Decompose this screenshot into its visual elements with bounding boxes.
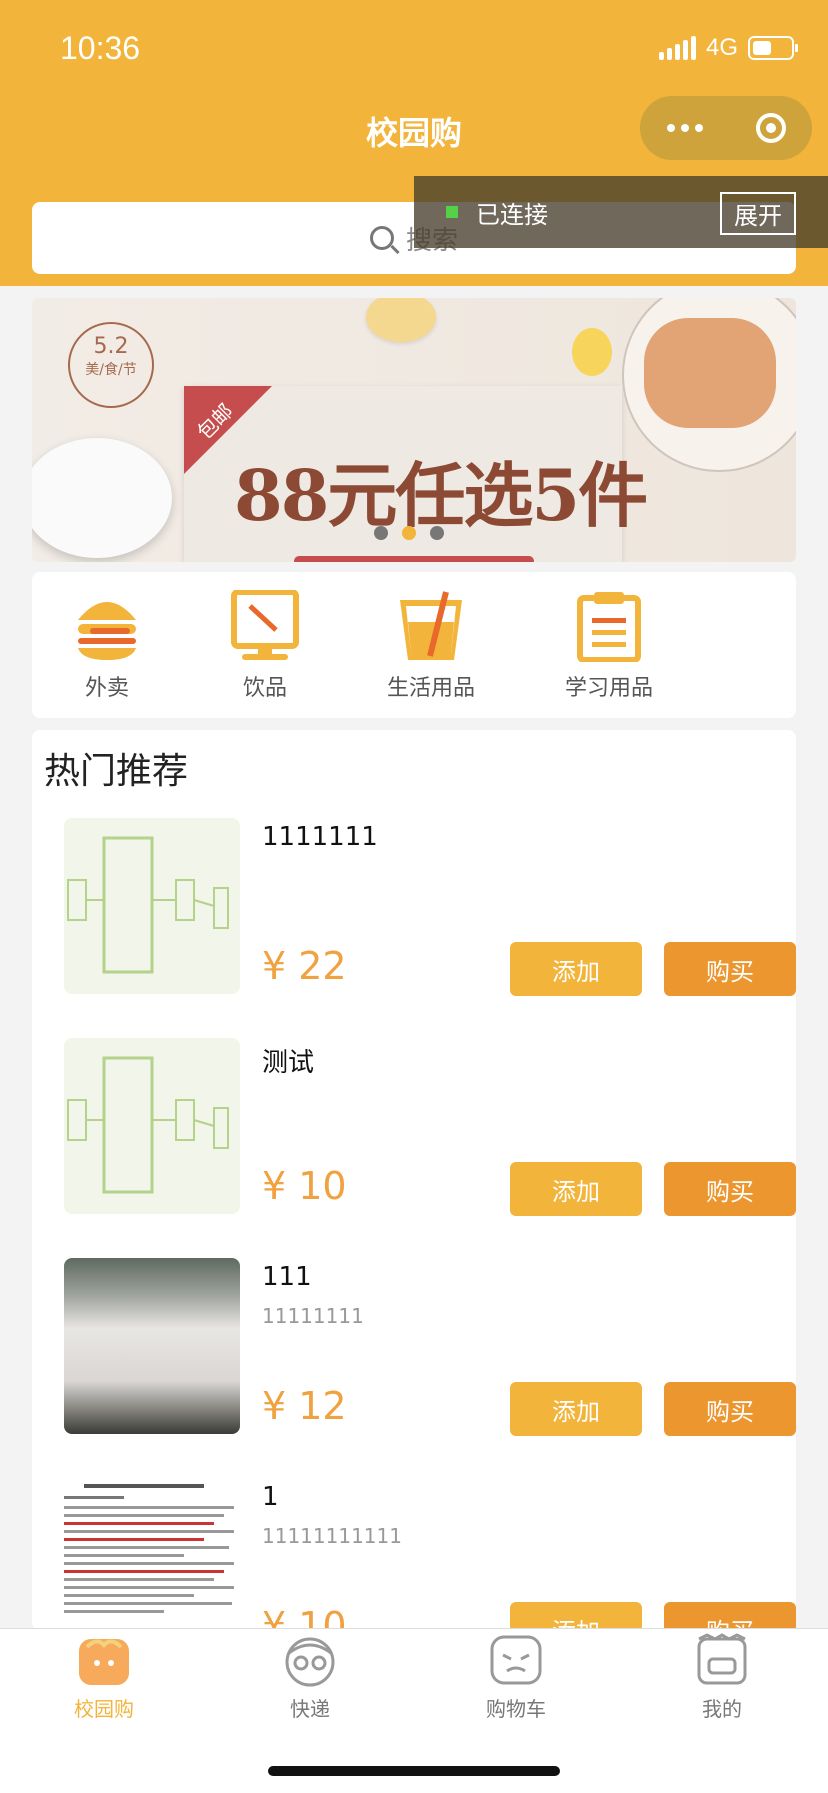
tab-label: 我的	[702, 1697, 742, 1721]
search-icon	[369, 226, 394, 250]
product-desc: 11111111	[262, 1304, 364, 1328]
fish-illustration	[644, 318, 776, 428]
product-card[interactable]: 111 11111111 ¥ 12 添加 购买	[64, 1258, 796, 1436]
tab-delivery[interactable]: 快递	[250, 1633, 370, 1722]
campus-shop-icon	[79, 1639, 129, 1685]
connection-overlay: 已连接 展开	[414, 176, 828, 248]
product-image[interactable]	[64, 1258, 240, 1434]
category-takeout[interactable]: 外卖	[42, 590, 172, 702]
carousel-dot[interactable]	[374, 526, 388, 540]
diagram-thumbnail-icon	[67, 1056, 229, 1194]
tab-label: 校园购	[74, 1697, 134, 1721]
burger-icon	[78, 602, 136, 660]
buy-button[interactable]: 购买	[664, 942, 796, 996]
diagram-thumbnail-icon	[67, 836, 229, 974]
category-label: 生活用品	[386, 676, 475, 701]
network-label: 4G	[705, 34, 738, 61]
product-name: 111	[262, 1262, 312, 1292]
product-name: 1	[262, 1482, 279, 1512]
connection-status-dot	[446, 206, 458, 218]
tab-cart[interactable]: 购物车	[456, 1633, 576, 1722]
carousel-dots	[374, 526, 444, 540]
festival-text: 美/食/节	[85, 362, 137, 378]
close-target-icon[interactable]	[755, 113, 786, 143]
status-time: 10:36	[60, 30, 141, 66]
promo-bar	[294, 556, 534, 562]
bowl-illustration	[32, 438, 172, 558]
category-drinks[interactable]: 饮品	[200, 589, 330, 702]
status-bar-right: 4G	[658, 34, 798, 62]
product-card[interactable]: 1111111 ¥ 22 添加 购买	[64, 818, 796, 996]
category-label: 外卖	[84, 676, 129, 701]
tab-label: 快递	[290, 1697, 330, 1721]
buy-button[interactable]: 购买	[664, 1382, 796, 1436]
battery-icon	[748, 36, 798, 60]
add-button[interactable]: 添加	[510, 1162, 642, 1216]
product-desc: 11111111111	[262, 1524, 402, 1548]
product-price: ¥ 22	[262, 944, 347, 988]
section-title: 热门推荐	[44, 751, 189, 792]
festival-badge: 5.2 美/食/节	[68, 322, 154, 408]
category-bar: 外卖 饮品 生活用品 学习用品	[32, 572, 796, 718]
tab-label: 购物车	[486, 1697, 546, 1721]
home-indicator[interactable]	[268, 1766, 560, 1776]
hot-section: 热门推荐 1111111 ¥ 22 添加 购买 测试 ¥ 10 添加 购买 11…	[32, 730, 796, 1656]
cart-icon	[490, 1635, 542, 1685]
drink-machine-icon	[231, 589, 299, 660]
category-label: 饮品	[242, 676, 287, 701]
add-button[interactable]: 添加	[510, 942, 642, 996]
more-menu-icon[interactable]	[666, 124, 703, 132]
promo-banner[interactable]: 5.2 美/食/节 包邮 88元任选5件	[32, 298, 796, 562]
product-image[interactable]	[64, 818, 240, 994]
tab-campus-shop[interactable]: 校园购	[44, 1633, 164, 1722]
product-price: ¥ 12	[262, 1384, 347, 1428]
expand-button[interactable]: 展开	[720, 192, 796, 235]
product-name: 测试	[262, 1048, 315, 1078]
clipboard-icon	[577, 592, 641, 663]
product-card[interactable]: 测试 ¥ 10 添加 购买	[64, 1038, 796, 1216]
carousel-dot[interactable]	[430, 526, 444, 540]
category-daily-goods[interactable]: 生活用品	[366, 590, 496, 702]
delivery-icon	[285, 1637, 335, 1687]
tab-profile[interactable]: 我的	[662, 1633, 782, 1722]
connection-status-label: 已连接	[476, 200, 548, 229]
category-study-goods[interactable]: 学习用品	[544, 590, 674, 702]
buy-button[interactable]: 购买	[664, 1162, 796, 1216]
cup-icon	[400, 591, 462, 660]
mini-program-capsule	[640, 96, 812, 160]
signal-icon	[658, 36, 696, 60]
carousel-dot-active[interactable]	[402, 526, 416, 540]
cheese-illustration	[366, 298, 436, 342]
lemon-illustration	[572, 328, 612, 376]
product-price: ¥ 10	[262, 1164, 347, 1208]
product-name: 1111111	[262, 822, 378, 852]
product-image[interactable]	[64, 1038, 240, 1214]
add-button[interactable]: 添加	[510, 1382, 642, 1436]
festival-number: 5.2	[93, 334, 129, 359]
category-label: 学习用品	[564, 676, 653, 701]
profile-icon	[697, 1633, 747, 1685]
